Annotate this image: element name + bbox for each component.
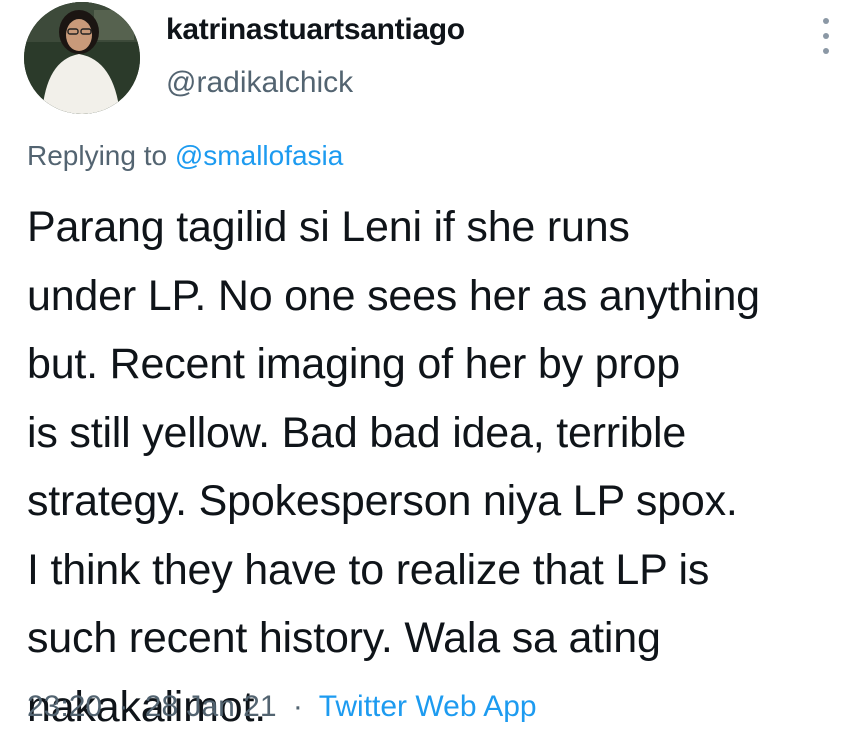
tweet-line: I think they have to realize that LP is	[27, 545, 710, 594]
tweet-line: under LP. No one sees her as anything	[27, 271, 760, 320]
tweet-line: but. Recent imaging of her by prop	[27, 340, 680, 388]
meta-separator: ·	[118, 690, 129, 723]
tweet-date[interactable]: 28 Jan 21	[145, 690, 277, 723]
avatar-photo	[24, 2, 140, 114]
tweet-source-link[interactable]: Twitter Web App	[319, 690, 537, 723]
dot	[823, 33, 829, 39]
tweet-text: Parang tagilid si Leni if she runs under…	[27, 193, 857, 741]
author-display-name[interactable]: katrinastuartsantiago	[166, 13, 465, 47]
tweet-line: is still yellow. Bad bad idea, terrible	[27, 408, 687, 457]
dot	[823, 48, 829, 54]
replying-to-label: Replying to	[27, 140, 168, 171]
tweet-time[interactable]: 23:20	[27, 690, 102, 723]
tweet-line: such recent history. Wala sa ating	[27, 614, 661, 662]
meta-separator: ·	[292, 690, 303, 723]
replying-to: Replying to @smallofasia	[27, 140, 343, 172]
reply-mention-link[interactable]: @smallofasia	[175, 140, 343, 171]
tweet-meta: 23:20 · 28 Jan 21 · Twitter Web App	[27, 690, 537, 724]
tweet-line: Parang tagilid si Leni if she runs	[27, 203, 630, 251]
dot	[823, 18, 829, 24]
author-handle[interactable]: @radikalchick	[166, 66, 353, 100]
avatar[interactable]	[24, 2, 140, 114]
tweet-line: strategy. Spokesperson niya LP spox.	[27, 477, 738, 525]
more-vertical-icon[interactable]	[818, 18, 834, 54]
